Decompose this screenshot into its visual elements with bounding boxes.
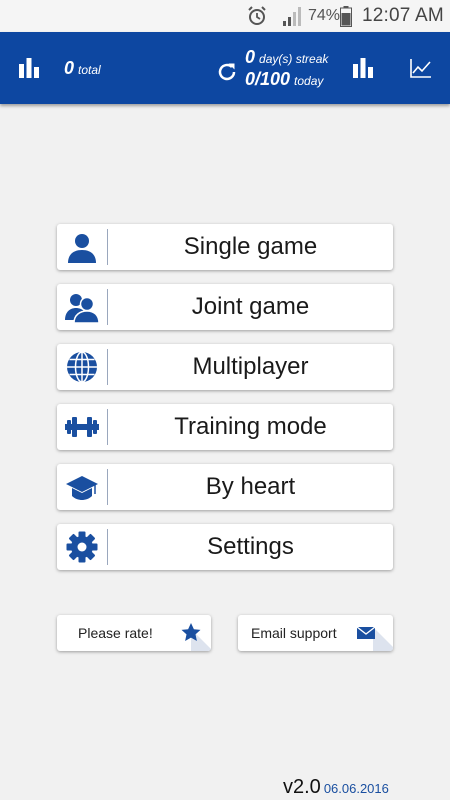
joint-game-button[interactable]: Joint game — [57, 284, 393, 330]
app-header: 0 total 0 day(s) streak 0/100 today — [0, 32, 450, 104]
rate-label: Please rate! — [78, 625, 153, 641]
gear-icon — [66, 531, 98, 563]
email-support-label: Email support — [251, 625, 337, 641]
refresh-icon[interactable] — [216, 61, 238, 83]
by-heart-label: By heart — [205, 473, 296, 500]
by-heart-button[interactable]: By heart — [57, 464, 393, 510]
total-count: 0 — [64, 58, 75, 78]
streak-counter: 0 day(s) streak 0/100 today — [245, 47, 328, 91]
globe-icon — [67, 351, 97, 383]
person-icon — [68, 234, 96, 263]
people-icon — [65, 294, 99, 323]
alarm-icon — [248, 6, 266, 25]
battery-icon — [340, 6, 352, 27]
trend-chart-icon[interactable] — [410, 58, 432, 78]
graduation-cap-icon — [66, 476, 98, 500]
version-number: v2.0 — [283, 776, 321, 798]
settings-label: Settings — [207, 533, 294, 560]
settings-button[interactable]: Settings — [57, 524, 393, 570]
battery-percent: 74% — [308, 7, 341, 24]
dumbbell-icon — [65, 417, 99, 437]
streak-label: day(s) streak — [259, 52, 329, 66]
single-game-label: Single game — [183, 233, 318, 260]
email-support-button[interactable]: Email support — [238, 615, 393, 651]
signal-icon — [283, 7, 301, 26]
multiplayer-button[interactable]: Multiplayer — [57, 344, 393, 390]
today-label: today — [294, 74, 324, 88]
streak-count: 0 — [245, 47, 256, 67]
multiplayer-label: Multiplayer — [192, 353, 309, 380]
star-icon — [181, 623, 211, 651]
version-info: v2.0 06.06.2016 — [283, 776, 389, 799]
training-mode-button[interactable]: Training mode — [57, 404, 393, 450]
total-label: total — [78, 63, 101, 77]
total-counter: 0 total — [64, 58, 101, 79]
status-bar: 74% 12:07 AM — [0, 0, 450, 32]
clock: 12:07 AM — [362, 5, 444, 26]
single-game-button[interactable]: Single game — [57, 224, 393, 270]
stats-icon[interactable] — [18, 56, 40, 78]
joint-game-label: Joint game — [191, 293, 310, 320]
bar-chart-icon[interactable] — [352, 56, 374, 78]
rate-button[interactable]: Please rate! — [57, 615, 211, 651]
training-mode-label: Training mode — [174, 413, 327, 440]
today-count: 0/100 — [245, 69, 291, 89]
release-date: 06.06.2016 — [323, 781, 389, 796]
envelope-icon — [356, 626, 393, 651]
